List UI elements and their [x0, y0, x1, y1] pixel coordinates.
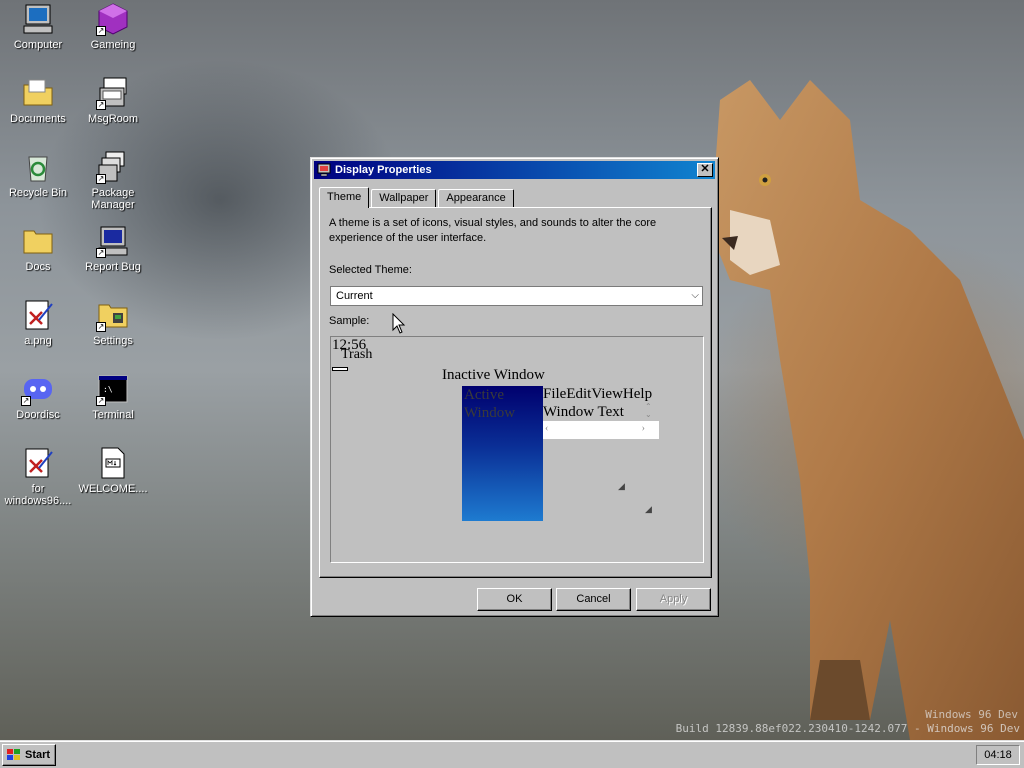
desktop-icon-package-manager[interactable]: ↗ Package Manager: [76, 150, 150, 211]
tab-wallpaper[interactable]: Wallpaper: [371, 189, 437, 208]
desktop-icon-terminal[interactable]: :\ ↗ Terminal: [76, 372, 150, 421]
desktop-icon-documents[interactable]: Documents: [1, 76, 75, 125]
icon-label: Computer: [13, 39, 63, 51]
sample-taskbar-button: [332, 367, 348, 371]
markdown-file-icon: [101, 447, 125, 479]
system-tray-clock[interactable]: 04:18: [976, 745, 1020, 765]
folder-icon: [23, 230, 53, 254]
icon-label: Doordisc: [16, 409, 60, 421]
icon-label: WELCOME....: [78, 483, 148, 495]
tab-appearance[interactable]: Appearance: [438, 189, 514, 208]
sample-scroll-arrows-icon: ⌃ ⌄: [645, 402, 652, 419]
sample-active-window-line2: Window: [464, 405, 516, 421]
desktop-icon-computer[interactable]: Computer: [1, 2, 75, 51]
sample-active-window-line1: Active: [464, 387, 504, 403]
icon-label: Recycle Bin: [8, 187, 68, 199]
desktop-icon-gameing[interactable]: ↗ Gameing: [76, 2, 150, 51]
desktop-icon-welcome[interactable]: WELCOME....: [76, 446, 150, 495]
desktop-icon-settings[interactable]: ↗ Settings: [76, 298, 150, 347]
icon-label: Docs: [25, 261, 51, 273]
close-icon: ✕: [700, 163, 710, 175]
start-label: Start: [25, 749, 51, 761]
windows-logo-icon: [7, 749, 20, 760]
taskbar-clock: 04:18: [984, 749, 1012, 761]
shortcut-arrow-icon: ↗: [96, 100, 106, 110]
shortcut-arrow-icon: ↗: [96, 396, 106, 406]
desktop-icon-report-bug[interactable]: ↗ Report Bug: [76, 224, 150, 273]
computer-icon: [23, 4, 53, 34]
desktop-icon-doordisc[interactable]: ↗ Doordisc: [1, 372, 75, 421]
image-file-icon: [25, 448, 53, 478]
icon-label: Gameing: [90, 39, 136, 51]
desktop-icon-for-windows96[interactable]: for windows96....: [1, 446, 75, 507]
sample-horizontal-scroll-icon: ‹ ›: [545, 423, 645, 434]
apply-button[interactable]: Apply: [636, 588, 711, 611]
tab-strip: Theme Wallpaper Appearance: [319, 187, 516, 208]
ok-button[interactable]: OK: [477, 588, 552, 611]
desktop-icon-docs[interactable]: Docs: [1, 224, 75, 273]
folder-icon: [23, 79, 53, 106]
dialog-title: Display Properties: [335, 164, 432, 176]
dialog-titlebar[interactable]: Display Properties ✕: [314, 161, 715, 179]
sample-trash-label: Trash: [341, 347, 373, 362]
sample-label: Sample:: [329, 315, 370, 327]
image-file-icon: [25, 300, 53, 330]
theme-panel: A theme is a set of icons, visual styles…: [319, 207, 712, 578]
icon-label: Settings: [93, 335, 133, 347]
display-icon: [317, 163, 331, 177]
mouse-cursor-icon: [392, 313, 406, 334]
display-properties-dialog: Display Properties ✕ Theme Wallpaper App…: [310, 157, 719, 617]
selected-theme-value: Current: [336, 290, 373, 302]
resize-grip-icon: ◢: [645, 504, 652, 514]
icon-label: a.png: [24, 335, 52, 347]
resize-grip-icon: ◢: [618, 481, 625, 491]
chevron-down-icon[interactable]: ⌵: [691, 287, 699, 305]
theme-description: A theme is a set of icons, visual styles…: [329, 217, 657, 244]
tab-theme[interactable]: Theme: [319, 187, 370, 208]
desktop-icon-msgroom[interactable]: ↗ MsgRoom: [76, 76, 150, 125]
selected-theme-label: Selected Theme:: [329, 264, 412, 276]
desktop-icon-a-png[interactable]: a.png: [1, 298, 75, 347]
icon-label: Documents: [10, 113, 66, 125]
close-button[interactable]: ✕: [697, 163, 713, 177]
desktop-icon-recycle-bin[interactable]: Recycle Bin: [1, 150, 75, 199]
svg-text::\: :\: [103, 385, 113, 394]
recycle-bin-icon: [28, 156, 48, 182]
icon-label: Terminal: [92, 409, 134, 421]
sample-menu-bar: FileEditViewHelp: [543, 386, 653, 402]
build-watermark: Build 12839.88ef022.230410-1242.077 - Wi…: [675, 722, 1020, 735]
cancel-button[interactable]: Cancel: [556, 588, 631, 611]
sample-inactive-window-title: Inactive Window: [442, 367, 545, 383]
windows-version-watermark: Windows 96 Dev: [925, 708, 1018, 721]
sample-window-text: Window Text: [543, 404, 624, 420]
theme-sample-preview: 12:56 Trash Inactive Window Active Windo…: [330, 336, 704, 563]
icon-label: MsgRoom: [87, 113, 139, 125]
icon-label: Package Manager: [91, 187, 135, 211]
shortcut-arrow-icon: ↗: [96, 322, 106, 332]
taskbar: Start 04:18: [0, 740, 1024, 768]
start-button[interactable]: Start: [2, 744, 56, 766]
shortcut-arrow-icon: ↗: [96, 174, 106, 184]
shortcut-arrow-icon: ↗: [96, 26, 106, 36]
sample-active-window-title: Active Window: [462, 386, 543, 521]
icon-label: Report Bug: [85, 261, 141, 273]
selected-theme-dropdown[interactable]: Current ⌵: [330, 286, 703, 306]
icon-label: for windows96....: [4, 483, 72, 507]
shortcut-arrow-icon: ↗: [21, 396, 31, 406]
shortcut-arrow-icon: ↗: [96, 248, 106, 258]
